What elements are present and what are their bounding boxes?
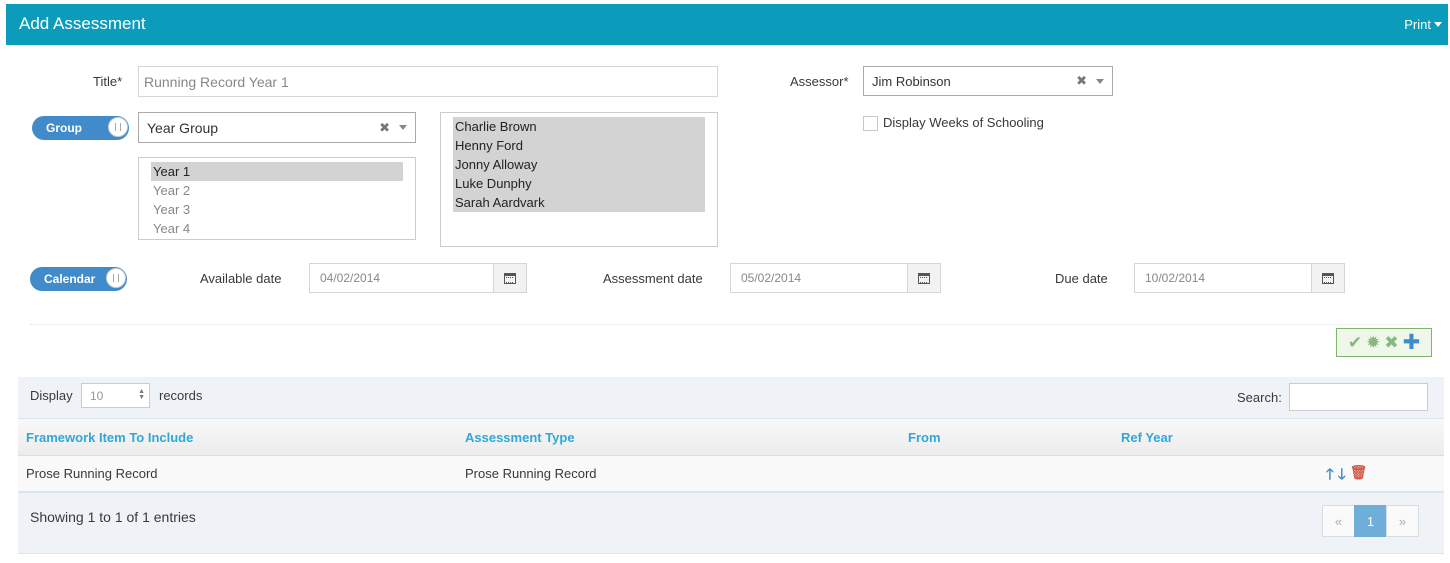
display-label: Display: [30, 388, 73, 403]
spinner-icon: ▲ ▼: [138, 388, 145, 401]
calendar-toggle[interactable]: Calendar: [30, 267, 127, 291]
title-placeholder: Running Record Year 1: [144, 73, 289, 90]
due-date-label: Due date: [1055, 271, 1108, 286]
due-date-input[interactable]: 10/02/2014: [1135, 264, 1311, 292]
calendar-toggle-label: Calendar: [44, 272, 96, 286]
calendar-button[interactable]: [493, 264, 526, 292]
arrow-up-icon[interactable]: 🡑: [1326, 464, 1334, 489]
assessment-date-input[interactable]: 05/02/2014: [731, 264, 907, 292]
pagination-page-button[interactable]: 1: [1354, 505, 1387, 537]
chevron-down-icon: [1096, 78, 1104, 84]
assessor-select[interactable]: Jim Robinson ✖: [863, 66, 1113, 96]
assessment-date-label: Assessment date: [603, 271, 703, 286]
records-label: records: [159, 388, 203, 403]
assessor-label: Assessor*: [790, 74, 849, 89]
group-select[interactable]: Year Group ✖: [138, 112, 416, 143]
gear-icon[interactable]: ✹: [1366, 334, 1380, 351]
row-action-toolbar: ✔ ✹ ✖ ✚: [1336, 328, 1432, 357]
student-listbox[interactable]: Charlie Brown Henny Ford Jonny Alloway L…: [440, 112, 718, 247]
list-item-student[interactable]: Henny Ford: [453, 136, 705, 155]
list-item-year[interactable]: Year 1: [151, 162, 403, 181]
calendar-icon: [1322, 272, 1334, 284]
display-weeks-label: Display Weeks of Schooling: [883, 115, 1044, 130]
calendar-button[interactable]: [1311, 264, 1344, 292]
table-info: Showing 1 to 1 of 1 entries: [30, 509, 196, 525]
close-icon[interactable]: ✖: [1384, 334, 1398, 351]
title-input[interactable]: Running Record Year 1: [138, 66, 718, 97]
search-input[interactable]: [1289, 383, 1428, 411]
column-header-framework-item[interactable]: Framework Item To Include: [26, 430, 193, 445]
calendar-button[interactable]: [907, 264, 940, 292]
list-item-student[interactable]: Charlie Brown: [453, 117, 705, 136]
list-item-student[interactable]: Sarah Aardvark: [453, 193, 705, 212]
arrow-down-icon[interactable]: 🡓: [1338, 464, 1346, 489]
due-date-picker[interactable]: 10/02/2014: [1134, 263, 1345, 293]
available-date-picker[interactable]: 04/02/2014: [309, 263, 527, 293]
available-date-input[interactable]: 04/02/2014: [310, 264, 493, 292]
group-select-value: Year Group: [147, 119, 219, 136]
page-title: Add Assessment: [19, 14, 146, 33]
records-length-value: 10: [90, 388, 104, 403]
clear-icon[interactable]: ✖: [1076, 73, 1087, 89]
group-toggle-label: Group: [46, 121, 82, 135]
toggle-knob: [106, 268, 126, 288]
chevron-down-icon: [399, 125, 407, 130]
pagination-prev-button[interactable]: «: [1322, 505, 1355, 537]
table-toolbar: Display 10 ▲ ▼ records Search:: [18, 377, 1444, 419]
pagination: « 1 »: [1322, 505, 1419, 537]
list-item-student[interactable]: Luke Dunphy: [453, 174, 705, 193]
year-listbox[interactable]: Year 1 Year 2 Year 3 Year 4: [138, 157, 416, 240]
pagination-next-button[interactable]: »: [1386, 505, 1419, 537]
list-item-student[interactable]: Jonny Alloway: [453, 155, 705, 174]
assessor-value: Jim Robinson: [872, 73, 951, 89]
column-header-assessment-type[interactable]: Assessment Type: [465, 430, 575, 445]
table-header: Framework Item To Include Assessment Typ…: [18, 419, 1444, 456]
list-item-year[interactable]: Year 3: [151, 200, 403, 219]
list-item-year[interactable]: Year 4: [151, 219, 403, 238]
chevron-down-icon: [1434, 22, 1442, 27]
list-item-year[interactable]: Year 2: [151, 181, 403, 200]
column-header-ref-year[interactable]: Ref Year: [1121, 430, 1173, 445]
page-header: Add Assessment Print: [6, 4, 1448, 45]
clear-icon[interactable]: ✖: [379, 120, 390, 136]
print-menu-button[interactable]: Print: [1404, 17, 1442, 32]
display-weeks-checkbox[interactable]: [863, 116, 878, 131]
plus-icon[interactable]: ✚: [1403, 332, 1421, 353]
group-toggle[interactable]: Group: [32, 116, 129, 140]
available-date-label: Available date: [200, 271, 282, 286]
toggle-knob: [108, 117, 128, 137]
column-header-from[interactable]: From: [908, 430, 941, 445]
table-footer: Showing 1 to 1 of 1 entries « 1 »: [18, 492, 1444, 554]
search-label: Search:: [1237, 390, 1282, 405]
divider: [30, 324, 1430, 325]
calendar-icon: [918, 272, 930, 284]
records-length-select[interactable]: 10 ▲ ▼: [81, 383, 150, 408]
check-icon[interactable]: ✔: [1348, 334, 1362, 351]
assessment-date-picker[interactable]: 05/02/2014: [730, 263, 941, 293]
print-label: Print: [1404, 17, 1431, 32]
trash-icon[interactable]: 🗑: [1350, 464, 1368, 489]
cell-assessment-type: Prose Running Record: [465, 466, 597, 481]
row-actions: 🡑 🡓 🗑: [1326, 464, 1367, 489]
table-row: Prose Running Record Prose Running Recor…: [18, 456, 1444, 492]
calendar-icon: [504, 272, 516, 284]
cell-framework-item: Prose Running Record: [26, 466, 158, 481]
title-label: Title*: [93, 74, 123, 89]
